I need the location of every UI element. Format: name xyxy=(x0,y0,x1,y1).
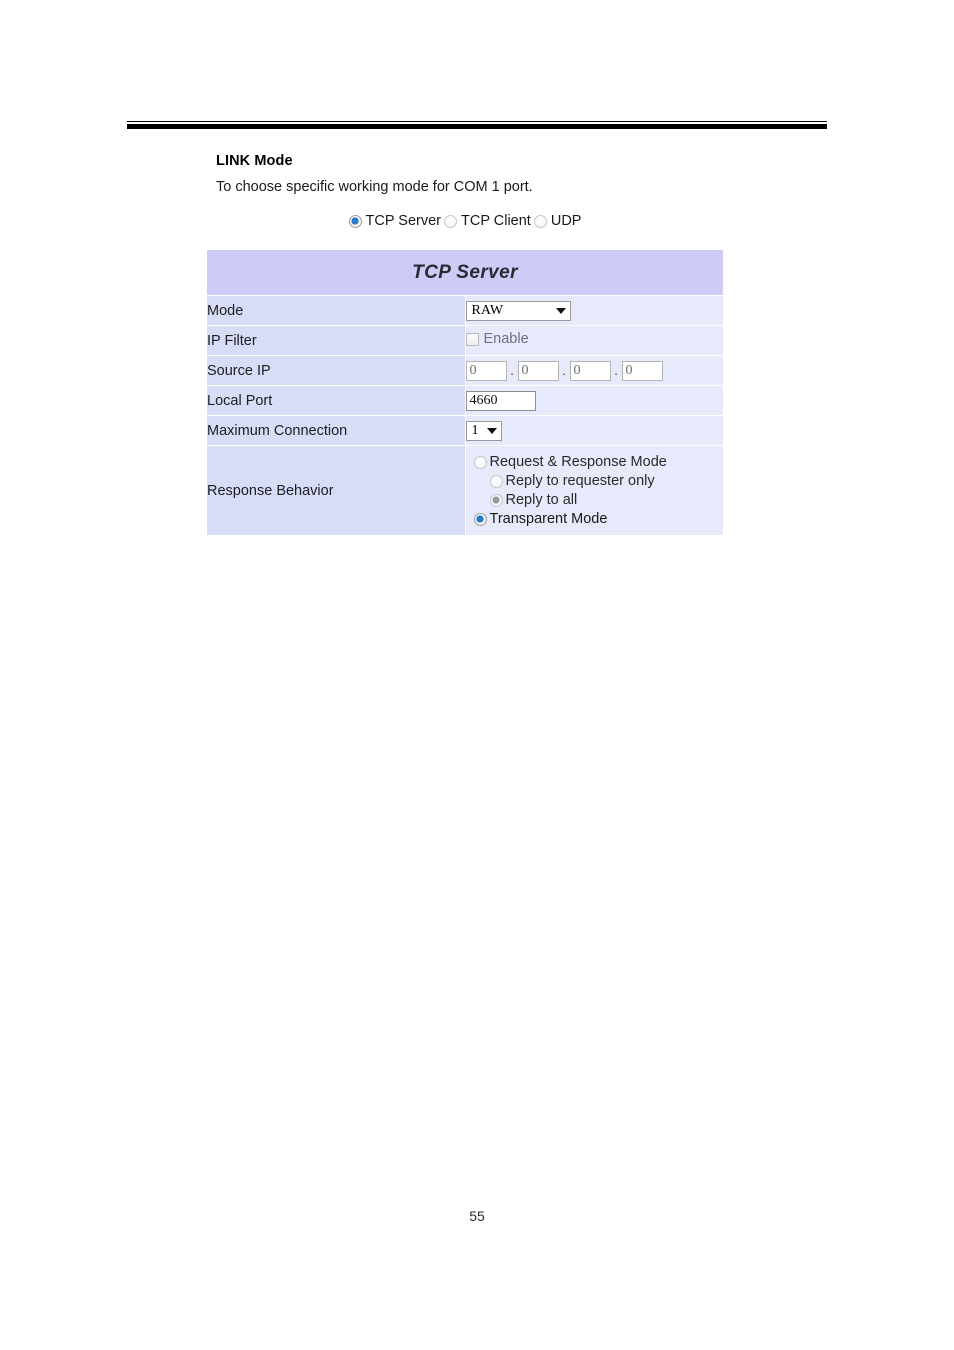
radio-reply-to-requester-only-label: Reply to requester only xyxy=(505,472,655,489)
maximum-connection-select[interactable]: 1 xyxy=(465,420,502,441)
section-title: LINK Mode xyxy=(216,153,293,169)
section-description: To choose specific working mode for COM … xyxy=(216,178,533,195)
table-row-maximum-connection: Maximum Connection 1 xyxy=(207,415,723,446)
radio-tcp-client-icon[interactable] xyxy=(444,214,457,228)
value-local-port: 4660 xyxy=(465,385,723,416)
table-row-source-ip: Source IP 0 . 0 . 0 . 0 xyxy=(207,355,724,386)
value-ip-filter: Enable xyxy=(465,325,723,356)
label-source-ip: Source IP xyxy=(207,355,466,386)
maximum-connection-select-value: 1 xyxy=(471,422,479,438)
label-ip-filter: IP Filter xyxy=(207,325,466,356)
source-ip-separator-2: . xyxy=(562,362,566,378)
radio-option-tcp-client[interactable]: TCP Client xyxy=(444,213,531,229)
radio-reply-to-all-icon[interactable] xyxy=(489,493,503,507)
chevron-down-icon xyxy=(486,427,497,434)
value-source-ip: 0 . 0 . 0 . 0 xyxy=(465,355,724,386)
source-ip-separator-1: . xyxy=(510,362,514,378)
source-ip-octet-2[interactable]: 0 xyxy=(517,360,559,381)
source-ip-separator-3: . xyxy=(614,362,618,378)
rule-thick-bar xyxy=(127,124,827,129)
chevron-down-icon xyxy=(555,307,566,314)
radio-tcp-client-label: TCP Client xyxy=(461,213,531,229)
table-row-ip-filter: IP Filter Enable xyxy=(207,325,723,356)
radio-udp-label: UDP xyxy=(550,213,582,229)
ip-filter-checkbox[interactable] xyxy=(465,332,479,346)
radio-tcp-server-label: TCP Server xyxy=(365,213,441,229)
radio-request-response-mode-label: Request & Response Mode xyxy=(489,453,667,470)
label-maximum-connection: Maximum Connection xyxy=(207,415,466,446)
label-mode: Mode xyxy=(207,295,466,326)
radio-option-reply-to-all[interactable]: Reply to all xyxy=(489,491,724,509)
radio-request-response-mode-icon[interactable] xyxy=(473,455,487,469)
radio-option-tcp-server[interactable]: TCP Server xyxy=(348,213,441,229)
table-row-mode: Mode RAW xyxy=(207,295,723,326)
table-row-response-behavior: Response Behavior Request & Response Mod… xyxy=(207,445,724,535)
value-mode: RAW xyxy=(465,295,723,326)
source-ip-octet-1[interactable]: 0 xyxy=(465,360,507,381)
value-maximum-connection: 1 xyxy=(465,415,723,446)
response-behavior-radio-group[interactable]: Request & Response Mode Reply to request… xyxy=(466,451,724,531)
radio-tcp-server-icon[interactable] xyxy=(348,214,362,228)
source-ip-octet-3[interactable]: 0 xyxy=(569,360,611,381)
radio-reply-to-all-label: Reply to all xyxy=(505,491,578,508)
intro-block: LINK Mode To choose specific working mod… xyxy=(216,153,836,196)
radio-udp-icon[interactable] xyxy=(533,214,547,228)
page-number: 55 xyxy=(469,1208,485,1224)
label-local-port: Local Port xyxy=(207,385,466,416)
tcp-server-settings-table: TCP Server Mode RAW IP Filter Enable Sou… xyxy=(207,250,723,535)
radio-reply-to-requester-only-icon[interactable] xyxy=(489,474,503,488)
radio-option-transparent-mode[interactable]: Transparent Mode xyxy=(473,510,724,528)
radio-transparent-mode-label: Transparent Mode xyxy=(489,510,608,527)
radio-transparent-mode-icon[interactable] xyxy=(473,512,487,526)
radio-option-reply-to-requester-only[interactable]: Reply to requester only xyxy=(489,472,724,490)
page-header-rule xyxy=(127,121,827,129)
table-title: TCP Server xyxy=(207,250,723,296)
mode-select[interactable]: RAW xyxy=(465,300,571,321)
source-ip-field-group: 0 . 0 . 0 . 0 xyxy=(465,360,724,381)
table-row-local-port: Local Port 4660 xyxy=(207,385,723,416)
ip-filter-enable-wrap[interactable]: Enable xyxy=(465,331,529,348)
label-response-behavior: Response Behavior xyxy=(207,445,466,535)
radio-option-udp[interactable]: UDP xyxy=(533,213,582,229)
ip-filter-checkbox-label: Enable xyxy=(483,331,529,348)
link-mode-radio-group[interactable]: TCP Server TCP Client UDP xyxy=(207,213,723,229)
source-ip-octet-4[interactable]: 0 xyxy=(621,360,663,381)
table-header-row: TCP Server xyxy=(207,250,723,296)
radio-option-request-response-mode[interactable]: Request & Response Mode xyxy=(473,453,724,471)
local-port-input[interactable]: 4660 xyxy=(465,390,536,411)
mode-select-value: RAW xyxy=(471,302,504,318)
value-response-behavior: Request & Response Mode Reply to request… xyxy=(465,445,724,535)
